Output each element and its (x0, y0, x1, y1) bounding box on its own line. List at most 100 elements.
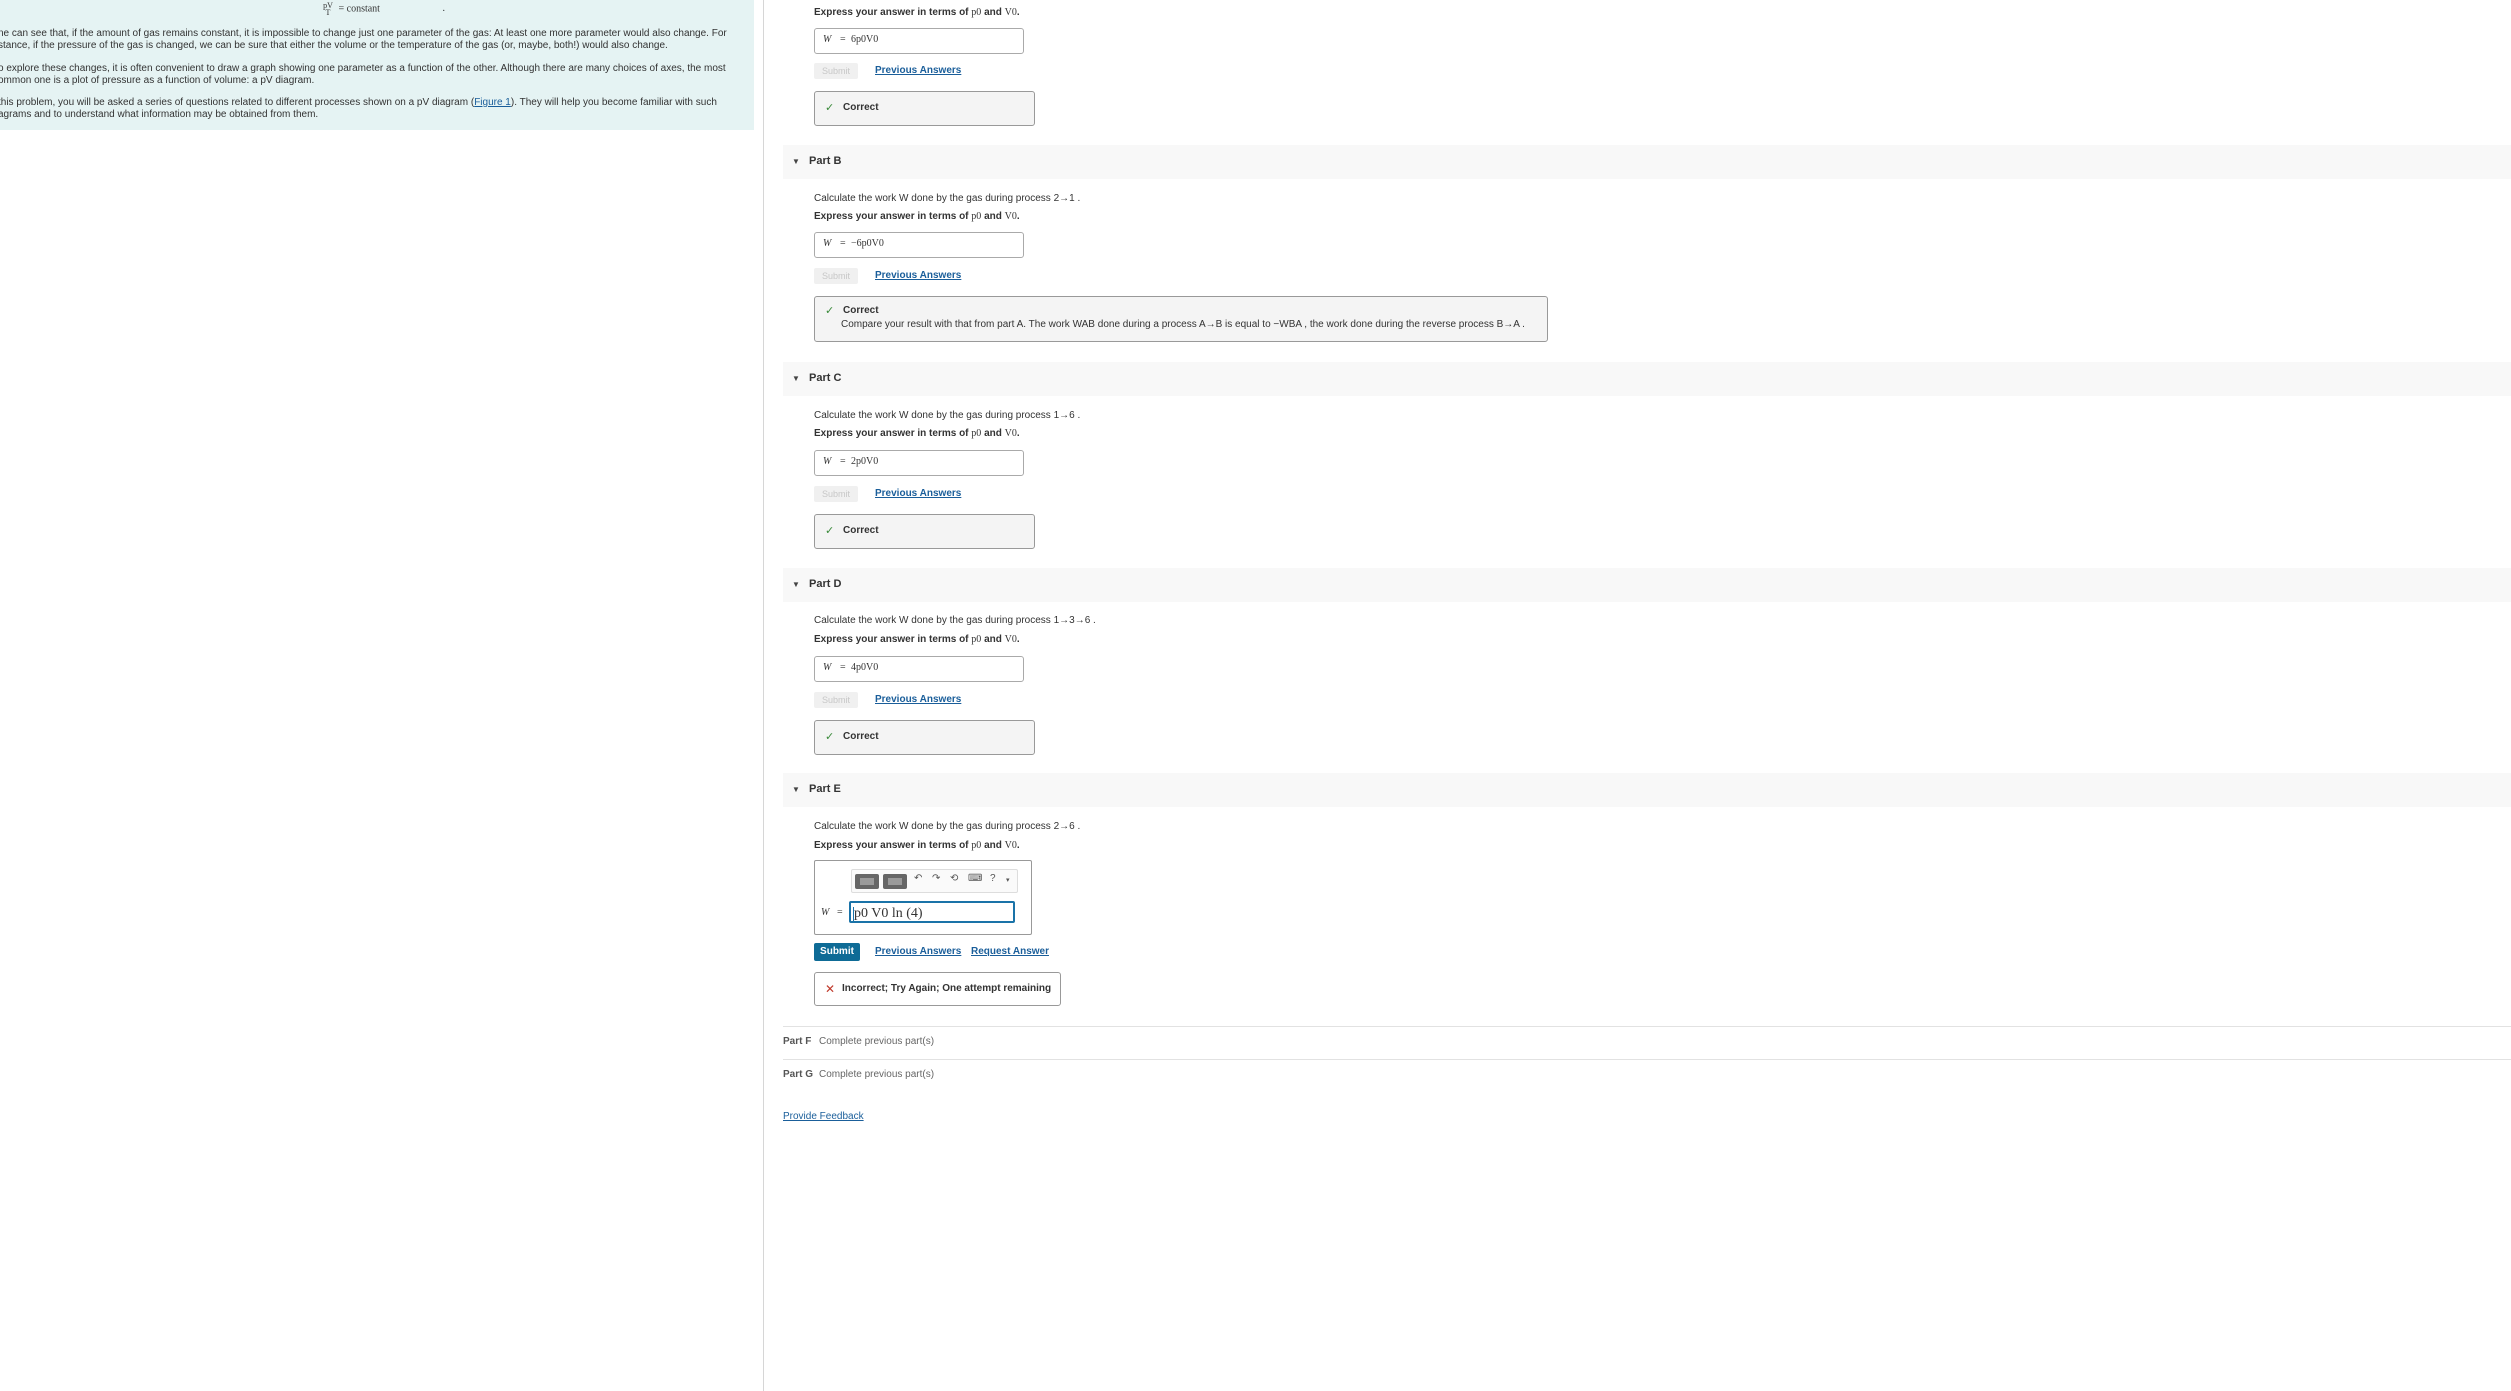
answer-equals: = (840, 34, 846, 45)
part-d-express: Express your answer in terms of p0 and V… (814, 634, 1020, 645)
answer-input-value: p0 V0 ln (4) (854, 906, 923, 921)
var-v0: V0 (1004, 428, 1017, 439)
part-d-header[interactable]: ▼ Part D (783, 568, 2511, 602)
var-v0: V0 (1004, 211, 1017, 222)
answer-value: 6p0V0 (851, 34, 879, 45)
part-e-submit-button[interactable]: Submit (814, 943, 860, 961)
part-g-row: Part G Complete previous part(s) (783, 1059, 2511, 1090)
answer-lhs: W (821, 907, 830, 918)
part-c-answer-box: W = 2p0V0 (814, 450, 1024, 476)
feedback-detail: Compare your result with that from part … (841, 319, 1525, 330)
intro-panel: pV T = constant . ne can see that, if the… (0, 0, 754, 130)
express-text: Express your answer in terms of (814, 634, 969, 645)
part-b-header[interactable]: ▼ Part B (783, 145, 2511, 179)
answer-value: −6p0V0 (851, 238, 884, 249)
part-title: Part F (783, 1036, 812, 1047)
and-text: and (984, 7, 1002, 18)
equation-denominator: T (325, 8, 331, 17)
part-a-previous-answers-link[interactable]: Previous Answers (875, 65, 961, 76)
caret-down-icon: ▼ (792, 785, 800, 794)
part-e-previous-answers-link[interactable]: Previous Answers (875, 946, 961, 957)
var-p0: p0 (971, 840, 982, 851)
answer-equals: = (840, 662, 846, 673)
answer-equals: = (837, 907, 843, 918)
intro-paragraph-2-line-2: ommon one is a plot of pressure as a fun… (0, 75, 315, 86)
part-a-express: Express your answer in terms of p0 and V… (814, 7, 1020, 18)
var-p0: p0 (971, 634, 982, 645)
answer-lhs: W (823, 238, 832, 249)
and-text: and (984, 634, 1002, 645)
answer-equals: = (840, 238, 846, 249)
part-c-header[interactable]: ▼ Part C (783, 362, 2511, 396)
part-c-feedback: ✓ Correct (814, 514, 1035, 549)
var-p0: p0 (971, 211, 982, 222)
symbol-button[interactable] (883, 874, 907, 889)
answer-input[interactable]: p0 V0 ln (4) (849, 901, 1015, 923)
express-text: Express your answer in terms of (814, 211, 969, 222)
var-v0: V0 (1004, 840, 1017, 851)
part-b-previous-answers-link[interactable]: Previous Answers (875, 270, 961, 281)
redo-icon[interactable]: ↷ (932, 873, 940, 884)
part-c-submit-button[interactable]: Submit (814, 486, 858, 502)
template-button[interactable] (855, 874, 879, 889)
caret-down-icon: ▼ (792, 157, 800, 166)
provide-feedback-link[interactable]: Provide Feedback (783, 1111, 864, 1122)
panel-divider (763, 0, 764, 1391)
check-icon: ✓ (825, 305, 835, 317)
part-a-answer-box: W = 6p0V0 (814, 28, 1024, 54)
check-icon: ✓ (825, 731, 835, 743)
math-toolbar: ↶ ↷ ⟲ ⌨ ? ▾ (851, 869, 1018, 893)
express-text: Express your answer in terms of (814, 428, 969, 439)
help-icon[interactable]: ? (990, 873, 996, 884)
part-e-express: Express your answer in terms of p0 and V… (814, 840, 1020, 851)
and-text: and (984, 428, 1002, 439)
figure-1-link[interactable]: Figure 1 (474, 97, 511, 108)
part-title: Part E (809, 783, 841, 795)
feedback-message: Correct (843, 102, 879, 113)
intro-text: ). They will help you become familiar wi… (510, 97, 717, 108)
equation-rhs: = constant (338, 3, 380, 15)
answer-equals: = (840, 456, 846, 467)
part-status: Complete previous part(s) (819, 1036, 935, 1047)
feedback-message: Correct (843, 731, 879, 742)
intro-paragraph-3-line-2: agrams and to understand what informatio… (0, 109, 319, 120)
answer-lhs: W (823, 34, 832, 45)
part-d-previous-answers-link[interactable]: Previous Answers (875, 694, 961, 705)
part-status: Complete previous part(s) (819, 1069, 935, 1080)
check-icon: ✓ (825, 102, 835, 114)
answer-value: 4p0V0 (851, 662, 879, 673)
part-b-question: Calculate the work W done by the gas dur… (814, 193, 1081, 204)
chevron-down-icon[interactable]: ▾ (1006, 876, 1010, 884)
part-a-submit-button[interactable]: Submit (814, 63, 858, 79)
express-text: Express your answer in terms of (814, 7, 969, 18)
answer-value: 2p0V0 (851, 456, 879, 467)
and-text: and (984, 840, 1002, 851)
part-c-express: Express your answer in terms of p0 and V… (814, 428, 1020, 439)
var-v0: V0 (1004, 7, 1017, 18)
reset-icon[interactable]: ⟲ (950, 873, 958, 884)
part-b-answer-box: W = −6p0V0 (814, 232, 1024, 258)
answer-lhs: W (823, 456, 832, 467)
var-v0: V0 (1004, 634, 1017, 645)
feedback-message: Incorrect; Try Again; One attempt remain… (842, 983, 1052, 994)
part-b-feedback: ✓ Correct Compare your result with that … (814, 296, 1548, 342)
part-b-express: Express your answer in terms of p0 and V… (814, 211, 1020, 222)
part-b-submit-button[interactable]: Submit (814, 268, 858, 284)
caret-down-icon: ▼ (792, 580, 800, 589)
feedback-message: Correct (843, 525, 879, 536)
keyboard-icon[interactable]: ⌨ (968, 873, 982, 884)
part-e-header[interactable]: ▼ Part E (783, 773, 2511, 807)
part-c-question: Calculate the work W done by the gas dur… (814, 410, 1081, 421)
part-f-row: Part F Complete previous part(s) (783, 1026, 2511, 1057)
part-d-submit-button[interactable]: Submit (814, 692, 858, 708)
part-e-request-answer-link[interactable]: Request Answer (971, 946, 1049, 957)
feedback-message: Correct (843, 305, 879, 316)
check-icon: ✓ (825, 525, 835, 537)
var-p0: p0 (971, 428, 982, 439)
part-d-feedback: ✓ Correct (814, 720, 1035, 755)
part-e-feedback: ✕ Incorrect; Try Again; One attempt rema… (814, 972, 1061, 1006)
answer-lhs: W (823, 662, 832, 673)
math-editor: ↶ ↷ ⟲ ⌨ ? ▾ W = p0 V0 ln (4) (814, 860, 1032, 935)
undo-icon[interactable]: ↶ (914, 873, 922, 884)
part-c-previous-answers-link[interactable]: Previous Answers (875, 488, 961, 499)
